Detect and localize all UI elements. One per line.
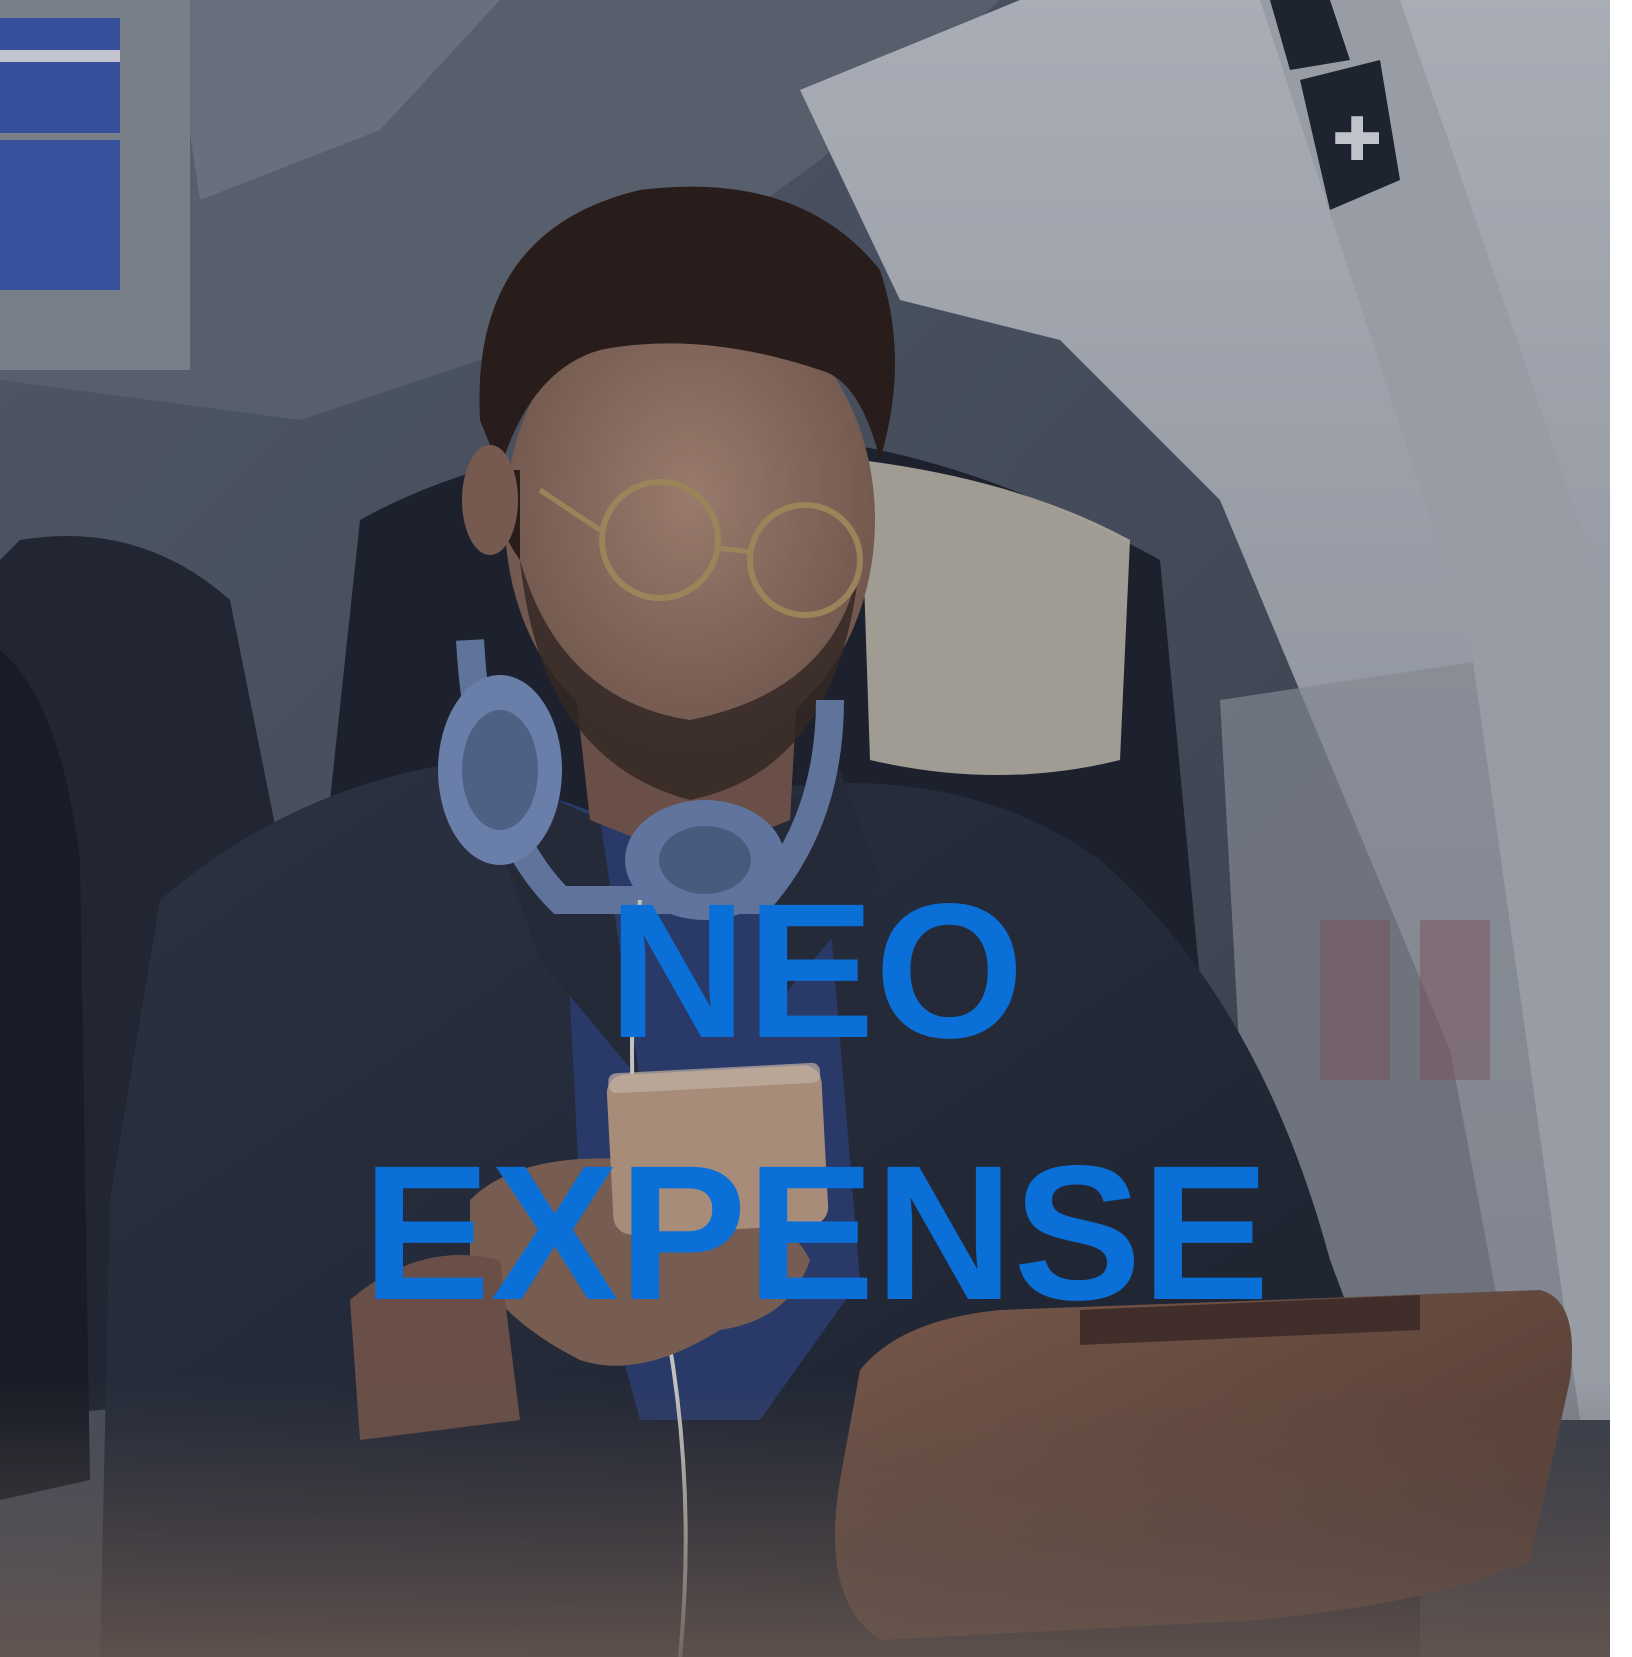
hero-title: NEO EXPENSE — [0, 840, 1632, 1364]
hero-banner: ✚ NEO EXPENSE — [0, 0, 1632, 1657]
hero-title-line-1: NEO — [607, 863, 1025, 1078]
hero-photo: ✚ — [0, 0, 1632, 1657]
hero-title-line-2: EXPENSE — [362, 1125, 1270, 1340]
right-margin-strip — [1610, 0, 1632, 1657]
